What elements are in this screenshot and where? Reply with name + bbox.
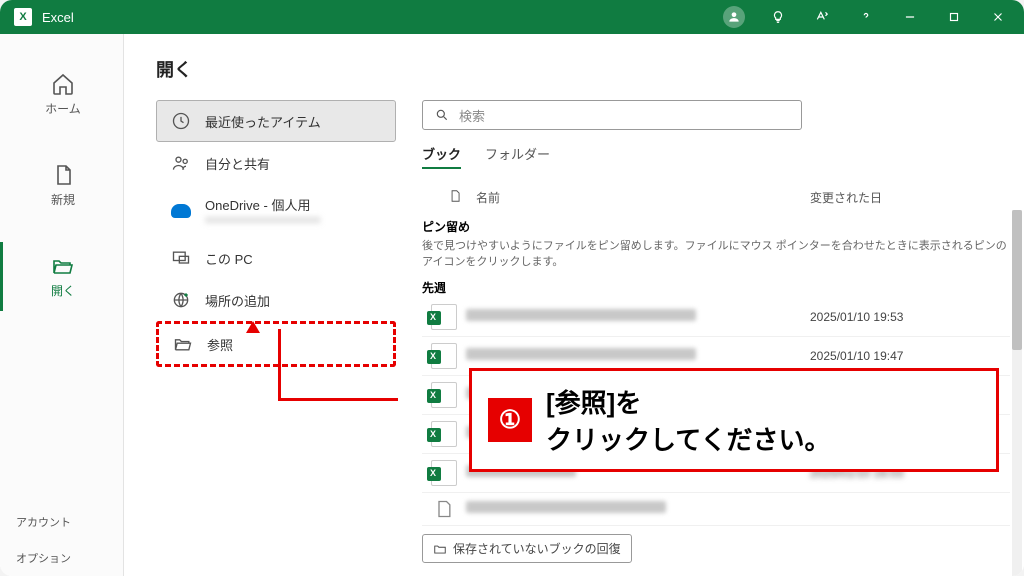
instruction-callout: ① [参照]を クリックしてください。 [469,368,999,472]
close-button[interactable] [976,0,1020,34]
excel-file-icon [431,460,457,486]
section-lastweek-title: 先週 [422,279,1010,296]
onedrive-icon [171,201,191,221]
location-onedrive[interactable]: OneDrive - 個人用 xxxxxxxxxxxxxxxxxxxxx [156,184,396,237]
minimize-button[interactable] [888,0,932,34]
tab-book[interactable]: ブック [422,140,461,169]
location-recent[interactable]: 最近使ったアイテム [156,100,396,142]
folder-open-icon [51,254,75,278]
sidebar-account[interactable]: アカウント [0,504,123,540]
sidebar-item-home[interactable]: ホーム [0,60,123,129]
column-name-label[interactable]: 名前 [476,189,500,206]
maximize-button[interactable] [932,0,976,34]
recover-button-label: 保存されていないブックの回復 [453,540,621,557]
file-name [466,348,696,360]
file-date: 2025/01/10 19:47 [810,349,1010,363]
section-pinned-title: ピン留め [422,218,1010,235]
left-sidebar: ホーム 新規 開く アカウント オプション [0,34,124,576]
location-add-place[interactable]: 場所の追加 [156,279,396,321]
file-icon [434,499,454,519]
location-this-pc[interactable]: この PC [156,237,396,279]
file-date: 2025/01/10 19:53 [810,310,1010,324]
lightbulb-icon[interactable] [756,0,800,34]
scrollbar-thumb[interactable] [1012,210,1022,350]
file-name [466,501,666,513]
search-input[interactable]: 検索 [422,100,802,130]
file-row[interactable]: 2025/01/10 19:53 [422,298,1010,337]
excel-file-icon [431,304,457,330]
page-title: 開く [156,56,1024,82]
excel-file-icon [431,421,457,447]
pc-icon [171,248,191,268]
column-date-label[interactable]: 変更された日 [810,189,1010,206]
coming-soon-icon[interactable] [800,0,844,34]
search-icon [435,108,449,122]
excel-file-icon [431,382,457,408]
sidebar-options[interactable]: オプション [0,540,123,576]
location-browse-label: 参照 [207,335,233,354]
callout-badge: ① [488,398,532,442]
folder-icon [433,542,447,556]
excel-logo-icon: X [14,8,32,26]
globe-plus-icon [171,290,191,310]
excel-file-icon [431,343,457,369]
location-shared-label: 自分と共有 [205,154,270,173]
callout-line2: クリックしてください。 [546,420,830,457]
location-onedrive-sub: xxxxxxxxxxxxxxxxxxxxx [205,214,321,226]
file-icon [448,189,462,203]
search-placeholder: 検索 [459,106,485,125]
section-pinned-desc: 後で見つけやすいようにファイルをピン留めします。ファイルにマウス ポインターを合… [422,237,1010,269]
sidebar-new-label: 新規 [51,191,75,208]
new-file-icon [51,163,75,187]
file-name [466,309,696,321]
locations-column: 最近使ったアイテム 自分と共有 OneDrive - 個人用 [156,100,396,576]
location-this-pc-label: この PC [205,249,253,268]
title-bar: X Excel [0,0,1024,34]
scrollbar[interactable] [1012,210,1022,576]
recover-unsaved-button[interactable]: 保存されていないブックの回復 [422,534,632,563]
list-header: 名前 変更された日 [422,181,1010,212]
app-title: Excel [42,10,74,25]
people-icon [171,153,191,173]
home-icon [51,72,75,96]
folder-icon [173,334,193,354]
tab-folder[interactable]: フォルダー [485,140,550,169]
location-add-place-label: 場所の追加 [205,291,270,310]
help-icon[interactable] [844,0,888,34]
location-browse[interactable]: 参照 [156,321,396,367]
sidebar-home-label: ホーム [45,100,81,117]
results-column: 検索 ブック フォルダー 名前 変更された日 ピン留め 後で見つけや [396,100,1024,576]
clock-icon [171,111,191,131]
sidebar-item-open[interactable]: 開く [0,242,123,311]
location-recent-label: 最近使ったアイテム [205,112,321,131]
location-onedrive-label: OneDrive - 個人用 [205,195,321,214]
sidebar-open-label: 開く [51,282,75,299]
file-row[interactable] [422,493,1010,526]
user-account-icon[interactable] [712,0,756,34]
callout-line1: [参照]を [546,383,830,420]
location-shared[interactable]: 自分と共有 [156,142,396,184]
sidebar-item-new[interactable]: 新規 [0,151,123,220]
